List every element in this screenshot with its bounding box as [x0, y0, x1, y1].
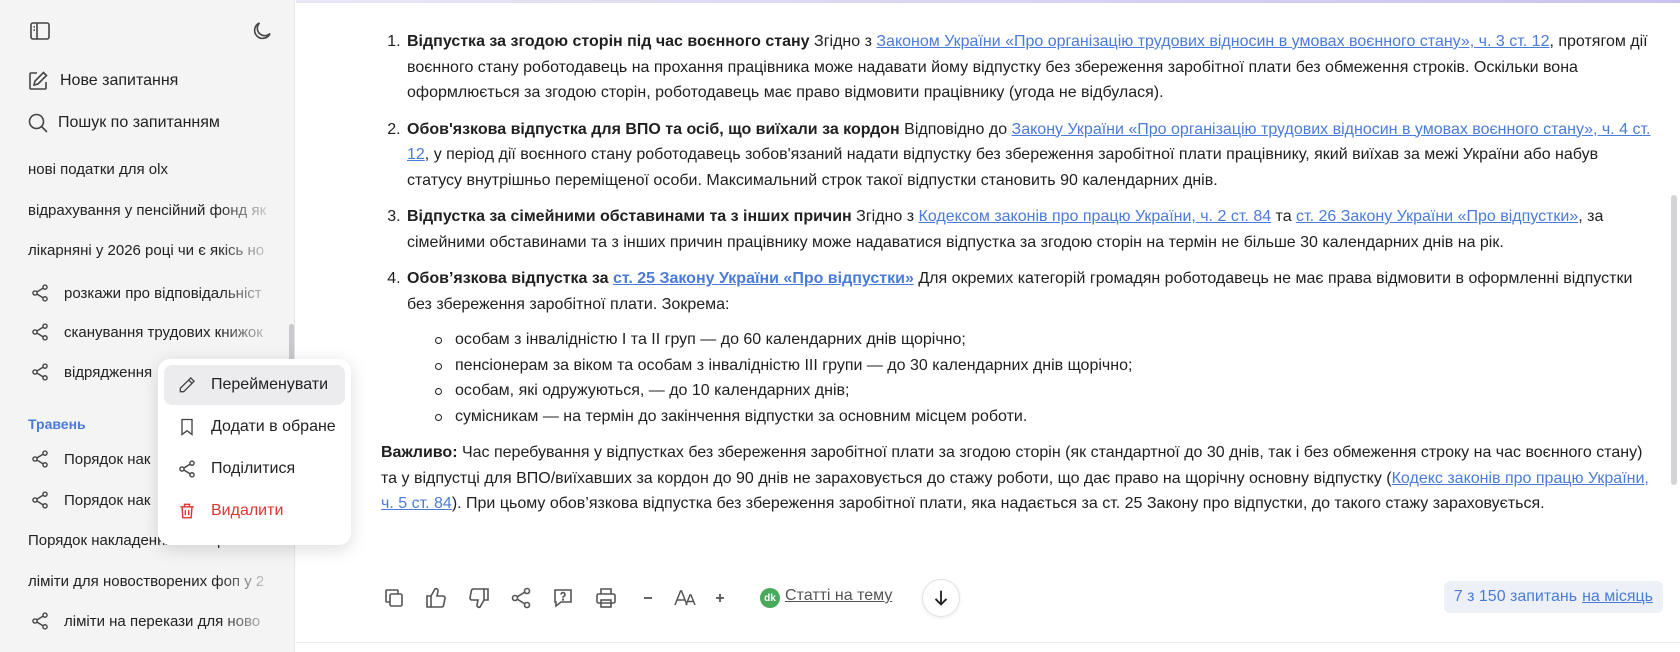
main-panel: Відпустка за згодою сторін під час воєнн… [296, 0, 1680, 652]
bottom-divider [296, 642, 1680, 643]
history-item-shared[interactable]: ліміти на перекази для ново [30, 609, 280, 633]
thumbs-down-icon[interactable] [467, 586, 491, 610]
important-label: Важливо: [381, 444, 458, 461]
copy-icon[interactable] [382, 586, 406, 610]
sidebar-toggle-icon[interactable] [28, 19, 52, 43]
share-label: Поділитися [211, 460, 296, 477]
law-link[interactable]: ст. 26 Закону України «Про відпустки» [1296, 208, 1578, 225]
law-link[interactable]: Законом України «Про організацію трудови… [876, 33, 1549, 50]
answer-item: Обов’язкова відпустка за ст. 25 Закону У… [405, 266, 1651, 429]
item-title: Відпустка за згодою сторін під час воєнн… [407, 33, 810, 50]
content-scrollbar[interactable] [1671, 195, 1677, 485]
search-questions-label: Пошук по запитанням [58, 114, 220, 131]
item-text: та [1271, 208, 1297, 225]
share-icon [32, 491, 48, 509]
new-question-label: Нове запитання [60, 72, 179, 89]
share-icon[interactable] [509, 586, 533, 610]
history-item-label: нові податки для olx [28, 161, 168, 178]
font-size-icon [673, 586, 697, 610]
sub-list: особам з інвалідністю I та II груп — до … [407, 327, 1651, 429]
history-item-shared[interactable]: розкажи про відповідальніст [30, 281, 280, 305]
font-decrease-icon[interactable] [636, 586, 660, 610]
fade-overlay [220, 609, 280, 633]
history-item[interactable]: нові податки для olx [28, 159, 278, 181]
moon-icon[interactable] [250, 19, 274, 43]
share-icon [32, 450, 48, 468]
arrow-down-icon [934, 590, 948, 606]
important-text: ). При цьому обов’язкова відпустка без з… [451, 495, 1545, 512]
history-item-shared[interactable]: сканування трудових книжок [30, 320, 280, 344]
item-title: Обов'язкова відпустка для ВПО та осіб, щ… [407, 120, 900, 138]
print-icon[interactable] [594, 586, 618, 610]
law-link[interactable]: ст. 25 Закону України «Про відпустки» [613, 270, 914, 287]
app-root: Нове запитання Пошук по запитанням нові … [0, 0, 1680, 652]
share-icon [32, 363, 48, 381]
thumbs-up-icon[interactable] [424, 586, 448, 610]
history-item-label: відрядження [64, 363, 153, 381]
fade-overlay [220, 281, 280, 305]
answer-list: Відпустка за згодою сторін під час воєнн… [381, 29, 1651, 429]
share-icon [32, 323, 48, 341]
history-item-label: Порядок нак [64, 450, 151, 468]
item-text: Згідно з [809, 33, 877, 50]
search-icon [28, 113, 48, 133]
law-link[interactable]: Кодексом законів про працю України, ч. 2… [919, 208, 1272, 225]
answer-item: Відпустка за згодою сторін під час воєнн… [405, 29, 1651, 106]
answer-item: Обов'язкова відпустка для ВПО та осіб, щ… [405, 117, 1651, 194]
related-articles-link[interactable]: Статті на тему [785, 587, 892, 605]
history-item-label: Порядок нак [64, 491, 151, 509]
quota-badge: 7 з 150 запитань на місяць [1443, 581, 1663, 613]
sub-list-item: особам з інвалідністю I та II груп — до … [433, 327, 1651, 353]
share-icon [179, 460, 195, 478]
new-question-button[interactable]: Нове запитання [26, 68, 178, 94]
share-icon [32, 612, 48, 630]
answer-item: Відпустка за сімейними обставинами та з … [405, 204, 1651, 255]
bookmark-icon [181, 418, 193, 436]
top-accent-line [296, 0, 1680, 3]
item-title: Відпустка за сімейними обставинами та з … [407, 208, 852, 225]
item-text: , у період дії воєнного стану роботодаве… [407, 146, 1599, 189]
fade-overlay [218, 200, 278, 222]
sub-list-item: особам, які одружуються, — до 10 календа… [433, 378, 1651, 404]
scroll-down-button[interactable] [922, 579, 960, 617]
font-increase-icon[interactable] [708, 586, 732, 610]
sidebar-top-bar [28, 19, 273, 43]
month-group-label: Травень [28, 416, 86, 432]
answer-toolbar: dk Статті на тему 7 з 150 запитань на мі… [381, 578, 1663, 618]
fade-overlay [218, 571, 278, 593]
item-title: Обов’язкова відпустка за [407, 270, 613, 287]
item-text: Відповідно до [899, 120, 1012, 138]
edit-square-icon [29, 71, 48, 90]
sub-list-item: сумісникам — на термін до закінчення від… [433, 404, 1651, 430]
dk-logo-icon: dk [760, 588, 780, 608]
fade-overlay [218, 240, 278, 262]
pencil-icon [179, 376, 196, 393]
history-item[interactable]: відрахування у пенсійний фонд як [28, 200, 278, 222]
search-questions-button[interactable]: Пошук по запитанням [26, 110, 220, 136]
answer-content: Відпустка за згодою сторін під час воєнн… [381, 29, 1651, 517]
history-item[interactable]: лікарняні у 2026 році чи є якісь но [28, 240, 278, 262]
share-icon [32, 284, 48, 302]
sidebar: Нове запитання Пошук по запитанням нові … [0, 0, 295, 652]
quota-text: 7 з 150 запитань [1453, 588, 1578, 605]
item-text: Згідно з [851, 208, 919, 225]
quota-period-link[interactable]: на місяць [1582, 588, 1653, 606]
history-item[interactable]: ліміти для новостворених фоп у 2 [28, 571, 278, 593]
feedback-icon[interactable] [551, 586, 575, 610]
trash-icon [180, 503, 194, 519]
sub-list-item: пенсіонерам за віком та особам з інвалід… [433, 353, 1651, 379]
important-note: Важливо: Час перебування у відпустках бе… [381, 440, 1651, 517]
fade-overlay [220, 320, 280, 344]
delete-label: Видалити [211, 502, 284, 519]
